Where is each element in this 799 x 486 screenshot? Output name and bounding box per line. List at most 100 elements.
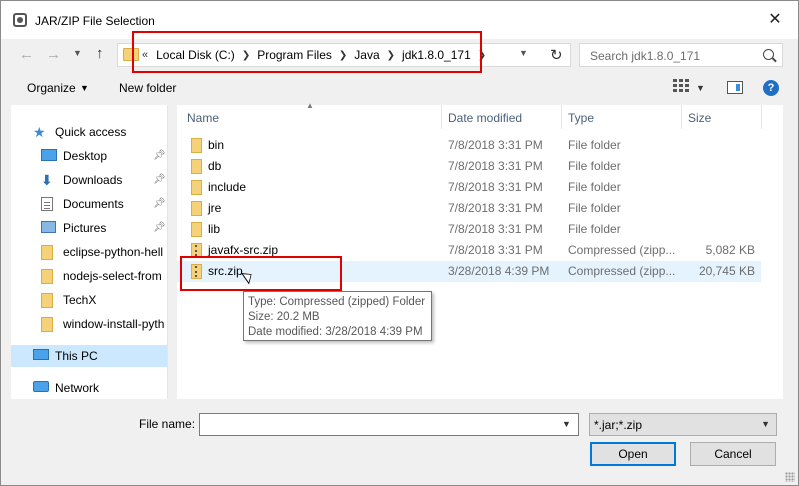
file-type: File folder [568, 201, 621, 215]
sidebar-item-downloads[interactable]: ⬇ Downloads 📌︎ [11, 169, 167, 191]
cancel-button[interactable]: Cancel [690, 442, 776, 466]
sidebar-item-label: eclipse-python-hell [63, 245, 164, 259]
resize-grip-icon[interactable] [785, 472, 795, 482]
search-placeholder: Search jdk1.8.0_171 [590, 49, 701, 63]
new-folder-button[interactable]: New folder [119, 81, 176, 95]
sidebar-item-label: Pictures [63, 221, 107, 235]
change-view-icon[interactable] [673, 79, 691, 93]
file-date: 7/8/2018 3:31 PM [448, 138, 543, 152]
sidebar-item-label: Quick access [55, 125, 127, 139]
file-list: ▲ Name Date modified Type Size bin 7/8/2… [177, 101, 783, 399]
documents-icon [41, 197, 53, 211]
file-type: Compressed (zipp... [568, 243, 676, 257]
file-type: File folder [568, 180, 621, 194]
file-type: Compressed (zipp... [568, 264, 676, 278]
sidebar-item-label: TechX [63, 293, 97, 307]
pictures-icon [41, 221, 56, 233]
desktop-icon [41, 149, 57, 161]
downloads-icon: ⬇ [41, 172, 53, 188]
file-row-db[interactable]: db 7/8/2018 3:31 PM File folder [177, 156, 761, 177]
pin-icon[interactable]: 📌︎ [153, 198, 166, 209]
column-divider[interactable] [761, 105, 762, 129]
organize-button[interactable]: Organize [27, 81, 76, 95]
quick-access-star-icon: ★ [33, 124, 46, 140]
sidebar-item-label: This PC [55, 349, 98, 363]
folder-icon [41, 245, 53, 260]
folder-icon [41, 269, 53, 284]
sidebar-item-label: Network [55, 381, 100, 395]
file-row-lib[interactable]: lib 7/8/2018 3:31 PM File folder [177, 219, 761, 240]
file-type-select[interactable]: *.jar;*.zip ▼ [589, 413, 777, 436]
sidebar-item-network[interactable]: Network [11, 377, 167, 399]
column-divider[interactable] [441, 105, 442, 129]
column-divider[interactable] [681, 105, 682, 129]
file-type: File folder [568, 138, 621, 152]
forward-arrow-icon[interactable]: → [46, 46, 61, 63]
search-input[interactable]: Search jdk1.8.0_171 [579, 43, 783, 67]
tooltip-size: Size: 20.2 MB [248, 311, 320, 323]
sidebar-item-label: window-install-pyth [63, 317, 165, 331]
file-name: lib [208, 222, 221, 236]
column-header-type[interactable]: Type [568, 111, 594, 125]
sidebar-item-quick-access[interactable]: ★ Quick access [11, 121, 167, 143]
folder-icon [41, 317, 53, 332]
command-toolbar: Organize ▼ New folder ▼ ? [1, 75, 798, 101]
folder-icon [191, 138, 202, 153]
file-name-label: File name: [139, 417, 196, 431]
file-date: 3/28/2018 4:39 PM [448, 264, 550, 278]
sidebar-item-pictures[interactable]: Pictures 📌︎ [11, 217, 167, 239]
column-header-size[interactable]: Size [688, 111, 711, 125]
file-date: 7/8/2018 3:31 PM [448, 201, 543, 215]
this-pc-icon [33, 349, 49, 360]
sidebar-item-label: Desktop [63, 149, 108, 163]
file-date: 7/8/2018 3:31 PM [448, 180, 543, 194]
file-row-include[interactable]: include 7/8/2018 3:31 PM File folder [177, 177, 761, 198]
sidebar-item-nodejs-select-from[interactable]: nodejs-select-from [11, 265, 167, 287]
folder-icon [191, 201, 202, 216]
sidebar-item-desktop[interactable]: Desktop 📌︎ [11, 145, 167, 167]
column-header-name[interactable]: Name [187, 111, 219, 125]
navigation-pane: ★ Quick access Desktop 📌︎ ⬇ Downloads 📌︎… [11, 105, 167, 399]
chevron-down-icon[interactable]: ▼ [761, 419, 770, 429]
pin-icon[interactable]: 📌︎ [153, 222, 166, 233]
sort-ascending-icon: ▲ [306, 101, 314, 110]
folder-icon [41, 293, 53, 308]
open-button[interactable]: Open [590, 442, 676, 466]
file-type: File folder [568, 159, 621, 173]
file-name-dropdown-chevron-icon[interactable]: ▼ [562, 419, 571, 429]
file-name-input[interactable] [199, 413, 579, 436]
folder-icon [191, 180, 202, 195]
help-icon[interactable]: ? [763, 80, 779, 96]
sidebar-item-documents[interactable]: Documents 📌︎ [11, 193, 167, 215]
tooltip-type: Type: Compressed (zipped) Folder [248, 296, 426, 308]
file-name: bin [208, 138, 225, 152]
preview-pane-icon[interactable] [727, 81, 743, 94]
file-name: include [208, 180, 247, 194]
sidebar-item-techx[interactable]: TechX [11, 289, 167, 311]
network-icon [33, 381, 49, 392]
close-button[interactable]: ✕ [752, 1, 798, 39]
up-arrow-icon[interactable]: ↑ [96, 45, 104, 62]
file-row-bin[interactable]: bin 7/8/2018 3:31 PM File folder [177, 135, 761, 156]
column-header-date[interactable]: Date modified [448, 111, 522, 125]
app-icon [13, 13, 27, 27]
view-options-chevron-icon[interactable]: ▼ [696, 83, 705, 93]
file-size: 20,745 KB [698, 264, 755, 278]
back-arrow-icon[interactable]: ← [19, 46, 34, 63]
sidebar-item-this-pc[interactable]: This PC [11, 345, 167, 367]
folder-icon [191, 222, 202, 237]
recent-locations-chevron-icon[interactable]: ▼ [73, 48, 82, 58]
file-type: File folder [568, 222, 621, 236]
file-row-jre[interactable]: jre 7/8/2018 3:31 PM File folder [177, 198, 761, 219]
file-type-value: *.jar;*.zip [594, 418, 643, 432]
address-history-chevron-icon[interactable]: ▼ [519, 48, 528, 58]
sidebar-item-window-install-pyth[interactable]: window-install-pyth [11, 313, 167, 335]
sidebar-item-eclipse-python-hell[interactable]: eclipse-python-hell [11, 241, 167, 263]
chevron-down-icon[interactable]: ▼ [80, 83, 89, 93]
column-divider[interactable] [561, 105, 562, 129]
search-icon [763, 49, 774, 60]
pin-icon[interactable]: 📌︎ [153, 174, 166, 185]
refresh-icon[interactable]: ↻ [550, 46, 563, 64]
file-date: 7/8/2018 3:31 PM [448, 222, 543, 236]
pin-icon[interactable]: 📌︎ [153, 150, 166, 161]
